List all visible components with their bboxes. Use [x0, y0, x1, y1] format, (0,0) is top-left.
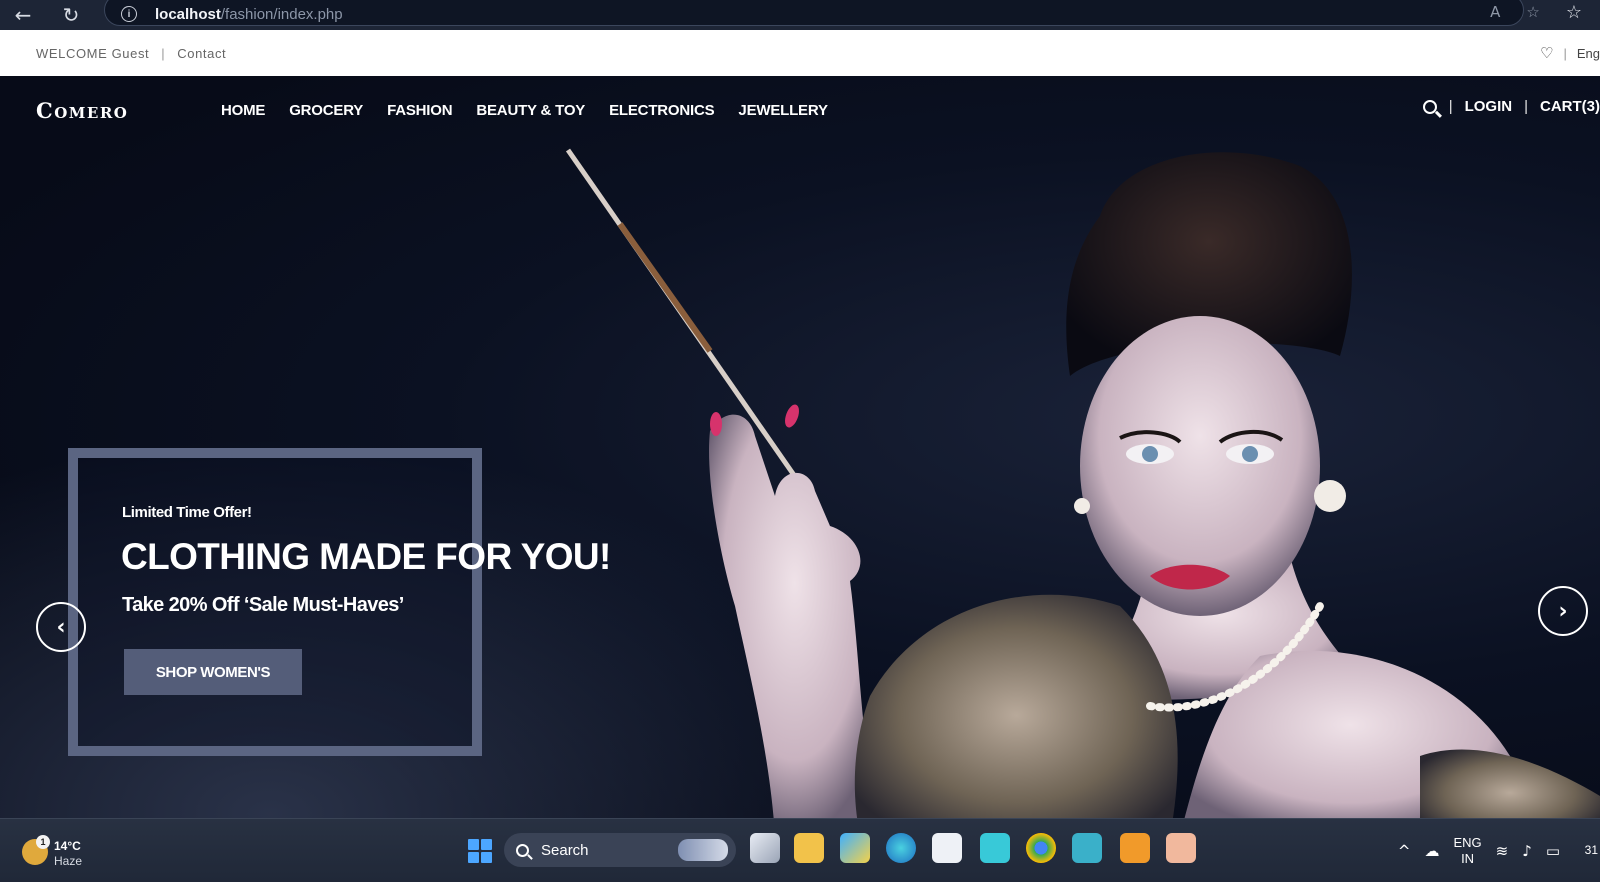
topbar-right: ♡ | Eng — [1540, 44, 1600, 62]
search-icon[interactable] — [1422, 99, 1437, 114]
weather-badge: 1 — [36, 835, 50, 849]
wifi-icon[interactable]: ≋ — [1496, 842, 1509, 860]
favorite-star-icon[interactable]: ☆ — [1526, 3, 1539, 21]
sublime-icon[interactable] — [1120, 833, 1150, 863]
clock[interactable]: 31 — [1585, 843, 1598, 857]
language-selector[interactable]: Eng — [1577, 46, 1600, 61]
contact-link[interactable]: Contact — [177, 46, 226, 61]
menu-item-grocery[interactable]: GROCERY — [289, 102, 363, 119]
menu-item-fashion[interactable]: FASHION — [387, 102, 452, 119]
menu-item-jewellery[interactable]: JEWELLERY — [738, 102, 828, 119]
topbar-separator: | — [161, 45, 166, 61]
main-navigation: Comero HOME GROCERY FASHION BEAUTY & TOY… — [0, 76, 1600, 144]
teams-icon[interactable] — [1072, 833, 1102, 863]
chevron-left-icon[interactable]: ‹ — [36, 602, 86, 652]
account-links: | LOGIN | CART(3) — [1422, 98, 1600, 115]
url-host: localhost — [155, 5, 221, 23]
taskbar-search-label: Search — [541, 841, 589, 859]
category-menu: HOME GROCERY FASHION BEAUTY & TOY ELECTR… — [221, 102, 828, 119]
weather-condition: Haze — [54, 854, 83, 868]
chrome-icon[interactable] — [1026, 833, 1056, 863]
welcome-area: WELCOME Guest | Contact — [36, 46, 226, 61]
reload-icon[interactable]: ↻ — [56, 3, 86, 27]
language-indicator[interactable]: ENG IN — [1453, 835, 1481, 867]
back-arrow-icon[interactable]: ← — [8, 3, 38, 27]
weather-widget[interactable]: 1 14°C Haze — [22, 835, 82, 869]
edge-browser-icon[interactable] — [886, 833, 916, 863]
read-aloud-icon[interactable]: A — [1490, 3, 1500, 21]
nav-separator: | — [1524, 98, 1528, 115]
windows-start-icon[interactable] — [468, 839, 492, 863]
url-text[interactable]: localhost/fashion/index.php — [155, 6, 343, 23]
system-tray: ^ ☁ ENG IN ≋ ♪ ▭ — [1398, 835, 1560, 867]
promo-subtitle: Take 20% Off ‘Sale Must-Haves’ — [122, 594, 404, 616]
browser-actions: A ☆ ☆ — [1490, 0, 1582, 24]
photos-icon[interactable] — [1166, 833, 1196, 863]
hero-banner: Comero HOME GROCERY FASHION BEAUTY & TOY… — [0, 76, 1600, 834]
promo-title: CLOTHING MADE FOR YOU! — [121, 536, 611, 577]
favorites-icon[interactable]: ☆ — [1566, 2, 1582, 23]
browser-toolbar: ← ↻ i localhost/fashion/index.php A ☆ ☆ — [0, 0, 1600, 30]
login-link[interactable]: LOGIN — [1465, 98, 1513, 115]
onedrive-icon[interactable]: ☁ — [1424, 842, 1439, 860]
store-icon[interactable] — [932, 833, 962, 863]
file-explorer-icon[interactable] — [794, 833, 824, 863]
task-view-icon[interactable] — [750, 833, 780, 863]
app-icon-window[interactable] — [980, 833, 1010, 863]
site-topbar: WELCOME Guest | Contact ♡ | Eng — [0, 30, 1600, 76]
url-path: /fashion/index.php — [220, 5, 343, 23]
volume-icon[interactable]: ♪ — [1522, 842, 1532, 860]
lang-code: ENG — [1453, 835, 1482, 850]
welcome-text: WELCOME Guest — [36, 45, 150, 61]
address-bar[interactable]: i localhost/fashion/index.php — [104, 0, 1524, 26]
menu-item-electronics[interactable]: ELECTRONICS — [609, 102, 715, 119]
search-icon — [516, 843, 529, 857]
site-logo[interactable]: Comero — [36, 98, 128, 123]
model-image — [565, 148, 1600, 834]
taskbar-search[interactable]: Search — [504, 833, 736, 867]
weather-temp: 14°C — [54, 839, 81, 853]
region-code: IN — [1461, 851, 1475, 866]
topbar-right-separator: | — [1563, 45, 1567, 61]
chevron-up-icon[interactable]: ^ — [1398, 842, 1411, 860]
promo-tagline: Limited Time Offer! — [122, 504, 252, 521]
nav-separator: | — [1448, 98, 1453, 115]
cart-link[interactable]: CART(3) — [1540, 98, 1600, 115]
menu-item-beauty-toy[interactable]: BEAUTY & TOY — [476, 102, 585, 119]
heart-icon[interactable]: ♡ — [1540, 44, 1553, 62]
weather-icon: 1 — [22, 835, 50, 865]
shop-womens-button[interactable]: SHOP WOMEN'S — [124, 649, 302, 695]
info-icon[interactable]: i — [121, 6, 137, 22]
menu-item-home[interactable]: HOME — [221, 102, 265, 119]
os-taskbar: 1 14°C Haze Search ^ ☁ ENG IN ≋ ♪ ▭ 31 — [0, 818, 1600, 882]
chevron-right-icon[interactable]: › — [1538, 586, 1588, 636]
search-highlight-icon — [678, 839, 728, 861]
battery-icon[interactable]: ▭ — [1546, 842, 1560, 860]
weather-text: 14°C Haze — [54, 839, 82, 869]
copilot-icon[interactable] — [840, 833, 870, 863]
